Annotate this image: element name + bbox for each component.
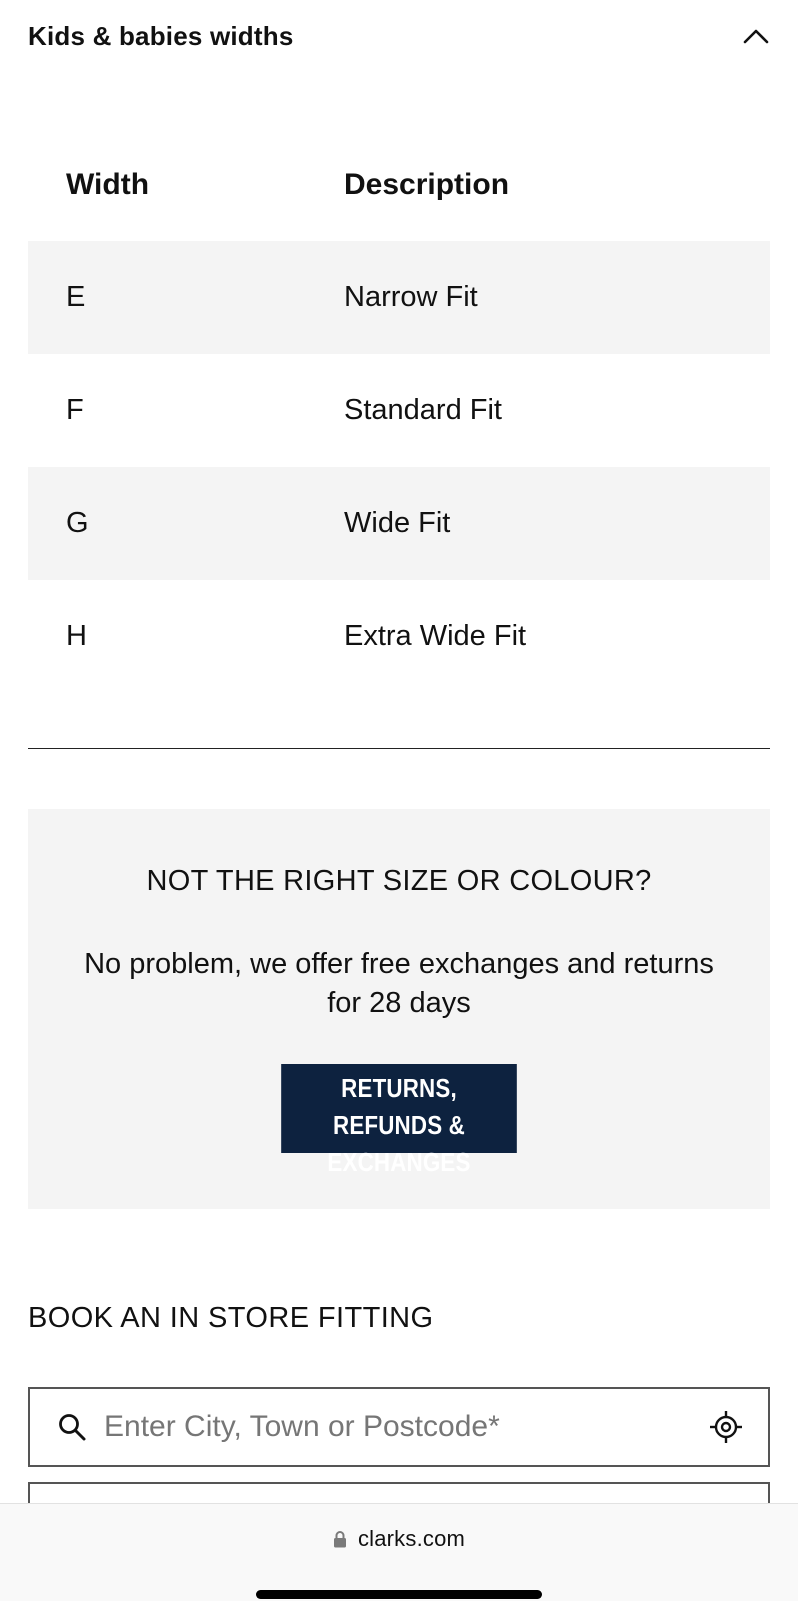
locate-icon[interactable] [706, 1407, 746, 1447]
header-width: Width [66, 167, 150, 201]
book-fitting-title: BOOK AN IN STORE FITTING [28, 1302, 434, 1334]
description-cell: Extra Wide Fit [344, 620, 527, 652]
description-cell: Wide Fit [344, 507, 451, 539]
lock-icon [333, 1529, 349, 1549]
search-icon [54, 1409, 90, 1445]
accordion-header-kids-widths[interactable]: Kids & babies widths [28, 10, 770, 62]
width-cell: F [66, 394, 84, 426]
url-display[interactable]: clarks.com [0, 1526, 798, 1552]
accordion-title: Kids & babies widths [28, 20, 294, 51]
table-row: F Standard Fit [28, 354, 770, 467]
chevron-up-icon[interactable] [742, 22, 770, 50]
width-cell: E [66, 281, 86, 313]
section-divider [28, 748, 770, 749]
location-search-input[interactable] [90, 1396, 706, 1458]
store-search-box[interactable] [28, 1387, 770, 1467]
returns-refunds-exchanges-button[interactable]: RETURNS, REFUNDS & EXCHANGES [281, 1064, 517, 1177]
description-cell: Narrow Fit [344, 281, 478, 313]
button-label-line-1: RETURNS, REFUNDS & [332, 1073, 465, 1140]
promo-text: No problem, we offer free exchanges and … [84, 948, 714, 1019]
widths-table: Width Description E Narrow Fit F Standar… [28, 128, 770, 693]
width-cell: G [66, 507, 89, 539]
header-description: Description [344, 167, 510, 201]
browser-address-bar: clarks.com [0, 1503, 798, 1601]
url-text: clarks.com [357, 1526, 466, 1551]
button-label-line-2: EXCHANGES [327, 1147, 471, 1177]
table-header: Width Description [28, 128, 770, 241]
home-indicator [256, 1590, 542, 1599]
table-row: E Narrow Fit [28, 241, 770, 354]
width-cell: H [66, 620, 87, 652]
table-row: G Wide Fit [28, 467, 770, 580]
description-cell: Standard Fit [344, 394, 502, 426]
returns-promo-panel: NOT THE RIGHT SIZE OR COLOUR? No problem… [28, 809, 770, 1209]
table-row: H Extra Wide Fit [28, 580, 770, 693]
promo-heading: NOT THE RIGHT SIZE OR COLOUR? [146, 865, 652, 897]
